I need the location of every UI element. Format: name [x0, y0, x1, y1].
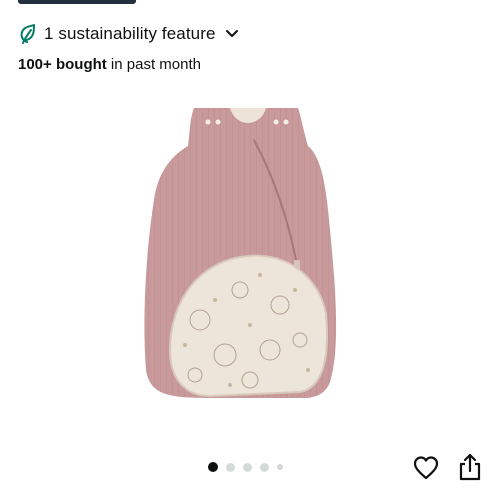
bought-period: in past month	[106, 56, 201, 73]
sustainability-label: 1 sustainability feature	[44, 24, 216, 43]
wishlist-button[interactable]	[413, 455, 439, 481]
top-badge-edge	[18, 0, 136, 4]
carousel-dot[interactable]	[226, 462, 235, 472]
share-icon	[459, 453, 481, 481]
carousel-dot[interactable]	[208, 462, 218, 472]
carousel-dot[interactable]	[277, 464, 283, 470]
product-image[interactable]	[130, 100, 370, 410]
purchase-stats: 100+ bought in past month	[18, 56, 201, 73]
product-detail-page: 1 sustainability feature 100+ bought in …	[0, 0, 500, 500]
bought-count: 100+ bought	[18, 56, 107, 73]
share-button[interactable]	[458, 453, 482, 481]
heart-icon	[413, 456, 439, 480]
carousel-dot[interactable]	[243, 462, 252, 472]
leaf-icon	[18, 24, 36, 44]
image-carousel-indicator	[208, 462, 283, 472]
carousel-dot[interactable]	[260, 462, 269, 472]
sustainability-feature-toggle[interactable]: 1 sustainability feature	[18, 22, 239, 46]
chevron-down-icon	[225, 29, 239, 39]
